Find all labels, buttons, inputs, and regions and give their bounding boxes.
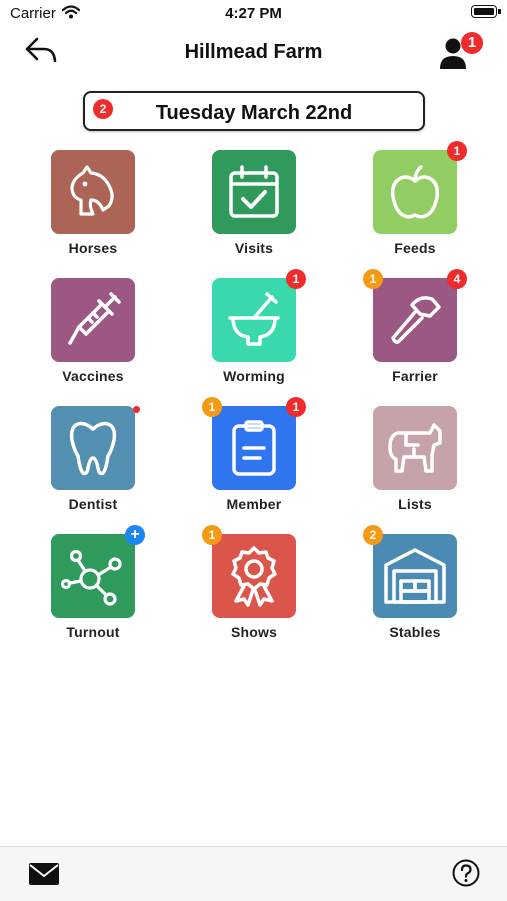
tile-stables[interactable]: 2 Stables [360,525,470,646]
envelope-icon [29,863,59,885]
tile-dentist[interactable]: Dentist [38,406,148,518]
tile-worming[interactable]: 1 Worming [199,269,309,390]
tile-shows[interactable]: 1 Shows [199,525,309,646]
vaccines-icon-box [51,278,135,362]
member-badge-orange: 1 [202,397,222,417]
tile-feeds[interactable]: 1 Feeds [360,141,470,262]
shows-icon-box [212,534,296,618]
page-title: Hillmead Farm [184,41,323,63]
tile-farrier[interactable]: 1 4 Farrier [360,269,470,390]
nav-bar: Hillmead Farm 1 [0,28,507,78]
visits-icon-box [212,150,296,234]
tile-member[interactable]: 1 1 Member [199,397,309,518]
date-button[interactable]: 2 Tuesday March 22nd [83,91,425,131]
tile-horses[interactable]: Horses [38,150,148,262]
tile-label: Shows [230,624,278,640]
shows-badge: 1 [202,525,222,545]
tile-label: Worming [223,368,285,384]
calendar-check-icon [229,165,279,218]
tile-label: Dentist [68,496,118,512]
profile-badge: 1 [461,32,483,54]
turnout-icon-box [51,534,135,618]
tile-label: Turnout [66,624,120,640]
tile-label: Farrier [392,368,438,384]
question-circle-icon [452,859,480,887]
tile-label: Vaccines [62,368,124,384]
syringe-icon [68,292,121,345]
worming-badge: 1 [286,269,306,289]
member-icon-box [212,406,296,490]
battery-icon [471,5,501,18]
horse-head-icon [70,165,114,216]
dentist-icon-box [51,406,135,490]
horses-icon-box [51,150,135,234]
farrier-icon-box [373,278,457,362]
tile-visits[interactable]: Visits [199,150,309,262]
farrier-badge-orange: 1 [363,269,383,289]
tile-vaccines[interactable]: Vaccines [38,278,148,390]
dentist-dot [133,406,140,413]
bottom-toolbar [0,846,507,901]
clipboard-icon [232,420,276,476]
mail-button[interactable] [29,863,59,885]
tile-label: Lists [398,496,432,512]
tile-label: Visits [234,240,274,256]
tile-label: Feeds [394,240,436,256]
help-button[interactable] [452,859,480,887]
feeds-badge: 1 [447,141,467,161]
profile-button[interactable]: 1 [439,32,483,70]
tile-lists[interactable]: Lists [360,406,470,518]
stables-badge: 2 [363,525,383,545]
pony-icon [388,423,442,473]
tile-turnout[interactable]: + Turnout [38,525,148,646]
mortar-pestle-icon [228,292,280,346]
worming-icon-box [212,278,296,362]
rosette-icon [231,546,277,607]
network-icon [60,549,122,606]
lists-icon-box [373,406,457,490]
status-bar: Carrier 4:27 PM [0,0,507,28]
apple-icon [390,165,440,219]
feeds-icon-box [373,150,457,234]
tile-label: Stables [389,624,441,640]
turnout-add-badge: + [125,525,145,545]
tile-label: Member [226,496,282,512]
clock: 4:27 PM [225,5,282,22]
farrier-badge-red: 4 [447,269,467,289]
barn-icon [384,548,446,604]
hammer-icon [391,296,441,344]
member-badge-red: 1 [286,397,306,417]
date-label: Tuesday March 22nd [155,102,353,124]
tooth-icon [69,421,117,476]
tile-label: Horses [68,240,118,256]
stables-icon-box [373,534,457,618]
